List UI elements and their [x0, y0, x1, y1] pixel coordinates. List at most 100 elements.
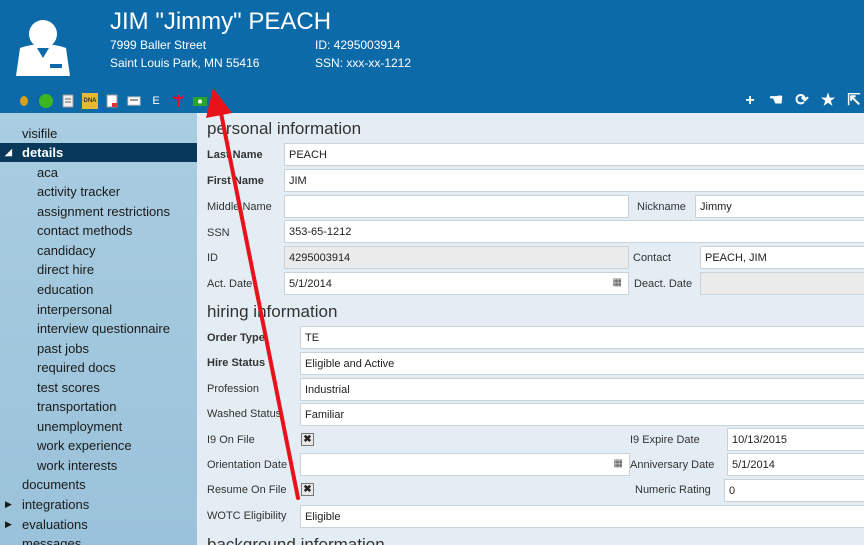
orientation-date-label: Orientation Date: [207, 459, 288, 471]
contact-label: Contact: [633, 252, 671, 264]
sidebar-item-work-experience[interactable]: work experience: [0, 436, 197, 455]
sidebar-item-transportation[interactable]: transportation: [0, 397, 197, 416]
sidebar-item-contact-methods[interactable]: contact methods: [0, 221, 197, 240]
sidebar-item-label: past jobs: [37, 341, 90, 356]
address-line-1: 7999 Baller Street: [110, 38, 207, 52]
washed-status-label: Washed Status: [207, 408, 282, 420]
sidebar-item-label: education: [37, 282, 94, 297]
section-title-hiring: hiring information: [207, 302, 338, 321]
money-icon[interactable]: [192, 93, 208, 109]
sidebar-item-interpersonal[interactable]: interpersonal: [0, 300, 197, 319]
page-icon[interactable]: [104, 93, 120, 109]
sidebar-item-past-jobs[interactable]: past jobs: [0, 339, 197, 358]
sidebar-item-interview-questionnaire[interactable]: interview questionnaire: [0, 319, 197, 338]
act-date-field[interactable]: 5/1/2014 ▦: [284, 272, 629, 295]
sidebar-item-label: visifile: [22, 126, 58, 141]
sidebar-item-unemployment[interactable]: unemployment: [0, 417, 197, 436]
sidebar-item-label: activity tracker: [37, 184, 121, 199]
order-type-field[interactable]: TE: [300, 326, 864, 349]
export-icon[interactable]: ⇱: [846, 93, 862, 109]
last-name-label: Last Name: [207, 149, 263, 161]
sidebar-item-assignment-restrictions[interactable]: assignment restrictions: [0, 202, 197, 221]
sidebar-item-label: candidacy: [37, 243, 96, 258]
dna-icon[interactable]: DNA: [82, 93, 98, 109]
middle-name-label: Middle Name: [207, 201, 272, 213]
sidebar-item-documents[interactable]: documents: [0, 475, 197, 494]
first-name-field[interactable]: JIM: [284, 169, 864, 192]
hire-status-field[interactable]: Eligible and Active: [300, 352, 864, 375]
e-verify-icon[interactable]: E: [148, 93, 164, 109]
card-icon[interactable]: [126, 93, 142, 109]
i9-on-file-label: I9 On File: [207, 434, 255, 446]
resume-on-file-checkbox[interactable]: ✖: [301, 483, 314, 496]
act-date-label: Act. Date: [207, 278, 253, 290]
middle-name-field[interactable]: [284, 195, 629, 218]
deact-date-field: [700, 272, 864, 295]
sidebar-item-evaluations[interactable]: ▶ evaluations: [0, 515, 197, 534]
numeric-rating-field[interactable]: 0: [724, 479, 864, 502]
star-icon[interactable]: ★: [820, 93, 836, 109]
sidebar-item-visifile[interactable]: visifile: [0, 124, 197, 143]
coin-icon[interactable]: [16, 93, 32, 109]
sidebar-item-label: unemployment: [37, 419, 123, 434]
wotc-eligibility-label: WOTC Eligibility: [207, 510, 287, 522]
i9-expire-date-label: I9 Expire Date: [630, 434, 700, 446]
sidebar-item-test-scores[interactable]: test scores: [0, 378, 197, 397]
header-id: ID: 4295003914: [315, 38, 401, 52]
collapsed-arrow-icon[interactable]: ▶: [5, 515, 12, 534]
address-line-2: Saint Louis Park, MN 55416: [110, 56, 260, 70]
id-label: ID: [207, 252, 218, 264]
nickname-field[interactable]: Jimmy: [695, 195, 864, 218]
sidebar-item-candidacy[interactable]: candidacy: [0, 241, 197, 260]
sidebar-item-messages[interactable]: messages: [0, 534, 197, 545]
sidebar-item-details[interactable]: ◢ details: [0, 143, 197, 162]
refresh-icon[interactable]: ⟳: [794, 93, 810, 109]
sidebar-item-education[interactable]: education: [0, 280, 197, 299]
calendar-icon[interactable]: ▦: [614, 458, 623, 469]
ssn-field[interactable]: 353-65-1212: [284, 220, 864, 243]
caduceus-icon[interactable]: [170, 93, 186, 109]
sidebar-item-aca[interactable]: aca: [0, 163, 197, 182]
sidebar-item-required-docs[interactable]: required docs: [0, 358, 197, 377]
section-title-personal: personal information: [207, 119, 362, 138]
profession-field[interactable]: Industrial: [300, 378, 864, 401]
last-name-field[interactable]: PEACH: [284, 143, 864, 166]
header-actions: + ☚ ⟳ ★ ⇱: [742, 92, 864, 110]
add-icon[interactable]: +: [742, 93, 758, 109]
sidebar-item-label: transportation: [37, 399, 117, 414]
ssn-label: SSN: [207, 227, 230, 239]
numeric-rating-label: Numeric Rating: [635, 484, 711, 496]
calendar-icon[interactable]: ▦: [613, 277, 622, 288]
sidebar-item-label: documents: [22, 477, 86, 492]
document-icon[interactable]: [60, 93, 76, 109]
sidebar-item-label: assignment restrictions: [37, 204, 170, 219]
sidebar-item-label: details: [22, 145, 64, 160]
sidebar-item-label: messages: [22, 536, 82, 545]
sidebar-item-label: work experience: [37, 438, 132, 453]
sidebar-item-label: test scores: [37, 380, 100, 395]
sidebar-item-activity-tracker[interactable]: activity tracker: [0, 182, 197, 201]
washed-status-field[interactable]: Familiar: [300, 403, 864, 426]
green-status-icon[interactable]: [38, 93, 54, 109]
id-field: 4295003914: [284, 246, 629, 269]
sidebar-item-integrations[interactable]: ▶ integrations: [0, 495, 197, 514]
sidebar-item-work-interests[interactable]: work interests: [0, 456, 197, 475]
sidebar-item-direct-hire[interactable]: direct hire: [0, 260, 197, 279]
anniversary-date-label: Anniversary Date: [630, 459, 715, 471]
anniversary-date-field[interactable]: 5/1/2014: [727, 453, 864, 476]
i9-expire-date-field[interactable]: 10/13/2015: [727, 428, 864, 451]
wotc-eligibility-field[interactable]: Eligible: [300, 505, 864, 528]
hand-icon[interactable]: ☚: [768, 93, 784, 109]
i9-on-file-checkbox[interactable]: ✖: [301, 433, 314, 446]
header-ssn: SSN: xxx-xx-1212: [315, 56, 412, 70]
collapsed-arrow-icon[interactable]: ▶: [5, 495, 12, 514]
orientation-date-field[interactable]: ▦: [300, 453, 630, 476]
record-toolbar: DNA E: [16, 92, 208, 110]
sidebar-item-label: interpersonal: [37, 302, 113, 317]
sidebar-item-label: direct hire: [37, 262, 95, 277]
resume-on-file-label: Resume On File: [207, 484, 287, 496]
first-name-label: First Name: [207, 175, 264, 187]
section-title-background: background information: [207, 535, 385, 545]
expanded-arrow-icon[interactable]: ◢: [5, 143, 12, 162]
contact-field[interactable]: PEACH, JIM: [700, 246, 864, 269]
